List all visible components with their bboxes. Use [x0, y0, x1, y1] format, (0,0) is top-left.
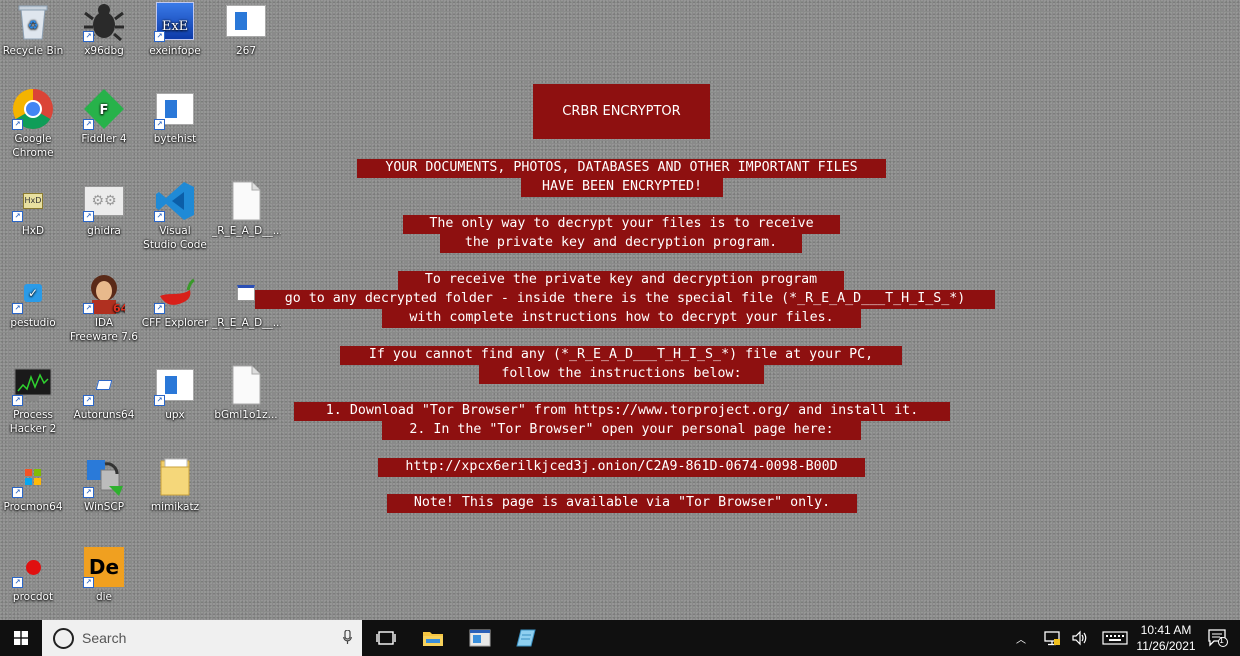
taskbar-clock[interactable]: 10:41 AM 11/26/2021: [1131, 622, 1201, 654]
ransom-onion-url: http://xpcx6erilkjced3j.onion/C2A9-861D-…: [378, 458, 865, 477]
exe-icon: ExE ↗: [154, 0, 196, 42]
desktop-icon-procdot[interactable]: ↗ procdot: [0, 546, 68, 604]
desktop-icon-fiddler[interactable]: F ↗ Fiddler 4: [69, 88, 139, 146]
action-center-button[interactable]: 1: [1204, 620, 1232, 656]
chevron-up-icon: ︿: [1016, 634, 1026, 646]
window-file-icon: ↗: [154, 364, 196, 406]
desktop-icon-mimikatz[interactable]: mimikatz: [140, 456, 210, 514]
task-view-button[interactable]: [366, 620, 406, 656]
svg-text:F: F: [100, 103, 109, 118]
search-placeholder: Search: [82, 630, 127, 646]
pestudio-icon: ✓ ↗: [12, 272, 54, 314]
desktop-icon-recycle-bin[interactable]: ♻ Recycle Bin: [0, 0, 68, 58]
procmon-icon: ↗: [12, 456, 54, 498]
notepad-icon: [516, 629, 536, 647]
ransom-line-4: the private key and decryption program.: [440, 234, 802, 253]
document-icon: [225, 180, 267, 222]
autoruns-icon: ↗: [83, 364, 125, 406]
ransom-line-3: The only way to decrypt your files is to…: [403, 215, 840, 234]
touch-keyboard-button[interactable]: [1100, 620, 1130, 656]
keyboard-icon: [1102, 631, 1128, 645]
procdot-icon: ↗: [12, 546, 54, 588]
file-explorer-button[interactable]: [413, 620, 453, 656]
ransom-line-9: follow the instructions below:: [479, 365, 764, 384]
recycle-bin-icon: ♻: [12, 0, 54, 42]
desktop-icon-autoruns[interactable]: ↗ Autoruns64: [69, 364, 139, 422]
ida-icon: 64 ↗: [83, 272, 125, 314]
ransom-line-5: To receive the private key and decryptio…: [398, 271, 844, 290]
desktop-icon-bytehist[interactable]: ↗ bytehist: [140, 88, 210, 146]
ransom-line-7: with complete instructions how to decryp…: [382, 309, 861, 328]
ransom-line-6: go to any decrypted folder - inside ther…: [255, 290, 995, 309]
desktop-icon-ida[interactable]: 64 ↗ IDA Freeware 7.6: [69, 272, 139, 344]
task-view-icon: [376, 631, 396, 645]
desktop-icon-x96dbg[interactable]: ↗ x96dbg: [69, 0, 139, 58]
desktop-icon-hxd[interactable]: HxD ↗ HxD: [0, 180, 68, 238]
process-hacker-icon: ↗: [12, 364, 54, 406]
notification-count: 1: [1219, 636, 1225, 645]
pepper-icon: ↗: [154, 272, 196, 314]
svg-text:64: 64: [113, 302, 125, 314]
speaker-icon: [1072, 630, 1087, 646]
desktop-icon-bgml[interactable]: bGml1o1z...: [211, 364, 281, 422]
cortana-icon: [53, 627, 74, 649]
window-file-icon: ↗: [154, 88, 196, 130]
ransom-line-8: If you cannot find any (*_R_E_A_D___T_H_…: [340, 346, 902, 365]
desktop-icon-exeinfope[interactable]: ExE ↗ exeinfope: [140, 0, 210, 58]
clock-date: 11/26/2021: [1136, 639, 1196, 653]
ghidra-icon: ⚙⚙ ↗: [83, 180, 125, 222]
taskbar-search-box[interactable]: Search: [42, 620, 362, 656]
desktop-icon-267[interactable]: 267: [211, 0, 281, 58]
app-window-icon: [469, 629, 491, 647]
vscode-icon: ↗: [154, 180, 196, 222]
desktop-icon-google-chrome[interactable]: ↗ Google Chrome: [0, 88, 68, 160]
start-button[interactable]: [0, 620, 42, 656]
ransom-note-title: CRBR ENCRYPTOR: [533, 84, 710, 139]
network-tray-button[interactable]: [1040, 620, 1064, 656]
windows-logo-icon: [14, 631, 28, 645]
file-explorer-icon: [423, 632, 443, 646]
document-icon: [225, 364, 267, 406]
window-file-icon: [225, 0, 267, 42]
bug-icon: ↗: [83, 0, 125, 42]
network-icon: [1044, 631, 1060, 646]
desktop-icon-cff-explorer[interactable]: ↗ CFF Explorer: [140, 272, 210, 330]
ransom-line-11: 2. In the "Tor Browser" open your person…: [382, 421, 861, 440]
winscp-icon: ↗: [83, 456, 125, 498]
desktop-icon-process-hacker[interactable]: ↗ Process Hacker 2: [0, 364, 68, 436]
svg-text:♻: ♻: [28, 18, 39, 32]
desktop: ♻ Recycle Bin ↗ Google Chrome HxD ↗ HxD …: [0, 0, 1240, 620]
desktop-icon-readme-1[interactable]: _R_E_A_D__...: [211, 180, 281, 238]
desktop-icon-ghidra[interactable]: ⚙⚙ ↗ ghidra: [69, 180, 139, 238]
notification-icon: [1208, 629, 1228, 647]
desktop-icon-procmon[interactable]: ↗ Procmon64: [0, 456, 68, 514]
taskbar: Search ︿ 10:41 AM 11/26/2021 1: [0, 620, 1240, 656]
desktop-icon-pestudio[interactable]: ✓ ↗ pestudio: [0, 272, 68, 330]
desktop-icon-winscp[interactable]: ↗ WinSCP: [69, 456, 139, 514]
app-window-button[interactable]: [460, 620, 500, 656]
die-icon: De ↗: [83, 546, 125, 588]
hex-editor-icon: HxD ↗: [12, 180, 54, 222]
ransom-line-2: HAVE BEEN ENCRYPTED!: [521, 178, 723, 197]
fiddler-icon: F ↗: [83, 88, 125, 130]
chrome-icon: ↗: [12, 88, 54, 130]
folder-icon: [154, 456, 196, 498]
ransom-line-13: Note! This page is available via "Tor Br…: [387, 494, 857, 513]
volume-tray-button[interactable]: [1068, 620, 1092, 656]
desktop-icon-upx[interactable]: ↗ upx: [140, 364, 210, 422]
clock-time: 10:41 AM: [1140, 623, 1192, 637]
microphone-icon[interactable]: [343, 630, 352, 644]
desktop-icon-vscode[interactable]: ↗ Visual Studio Code: [140, 180, 210, 252]
notepad-button[interactable]: [506, 620, 546, 656]
ransom-line-10: 1. Download "Tor Browser" from https://w…: [294, 402, 950, 421]
desktop-icon-die[interactable]: De ↗ die: [69, 546, 139, 604]
ransom-line-1: YOUR DOCUMENTS, PHOTOS, DATABASES AND OT…: [357, 159, 886, 178]
show-hidden-icons-button[interactable]: ︿: [1012, 620, 1030, 656]
